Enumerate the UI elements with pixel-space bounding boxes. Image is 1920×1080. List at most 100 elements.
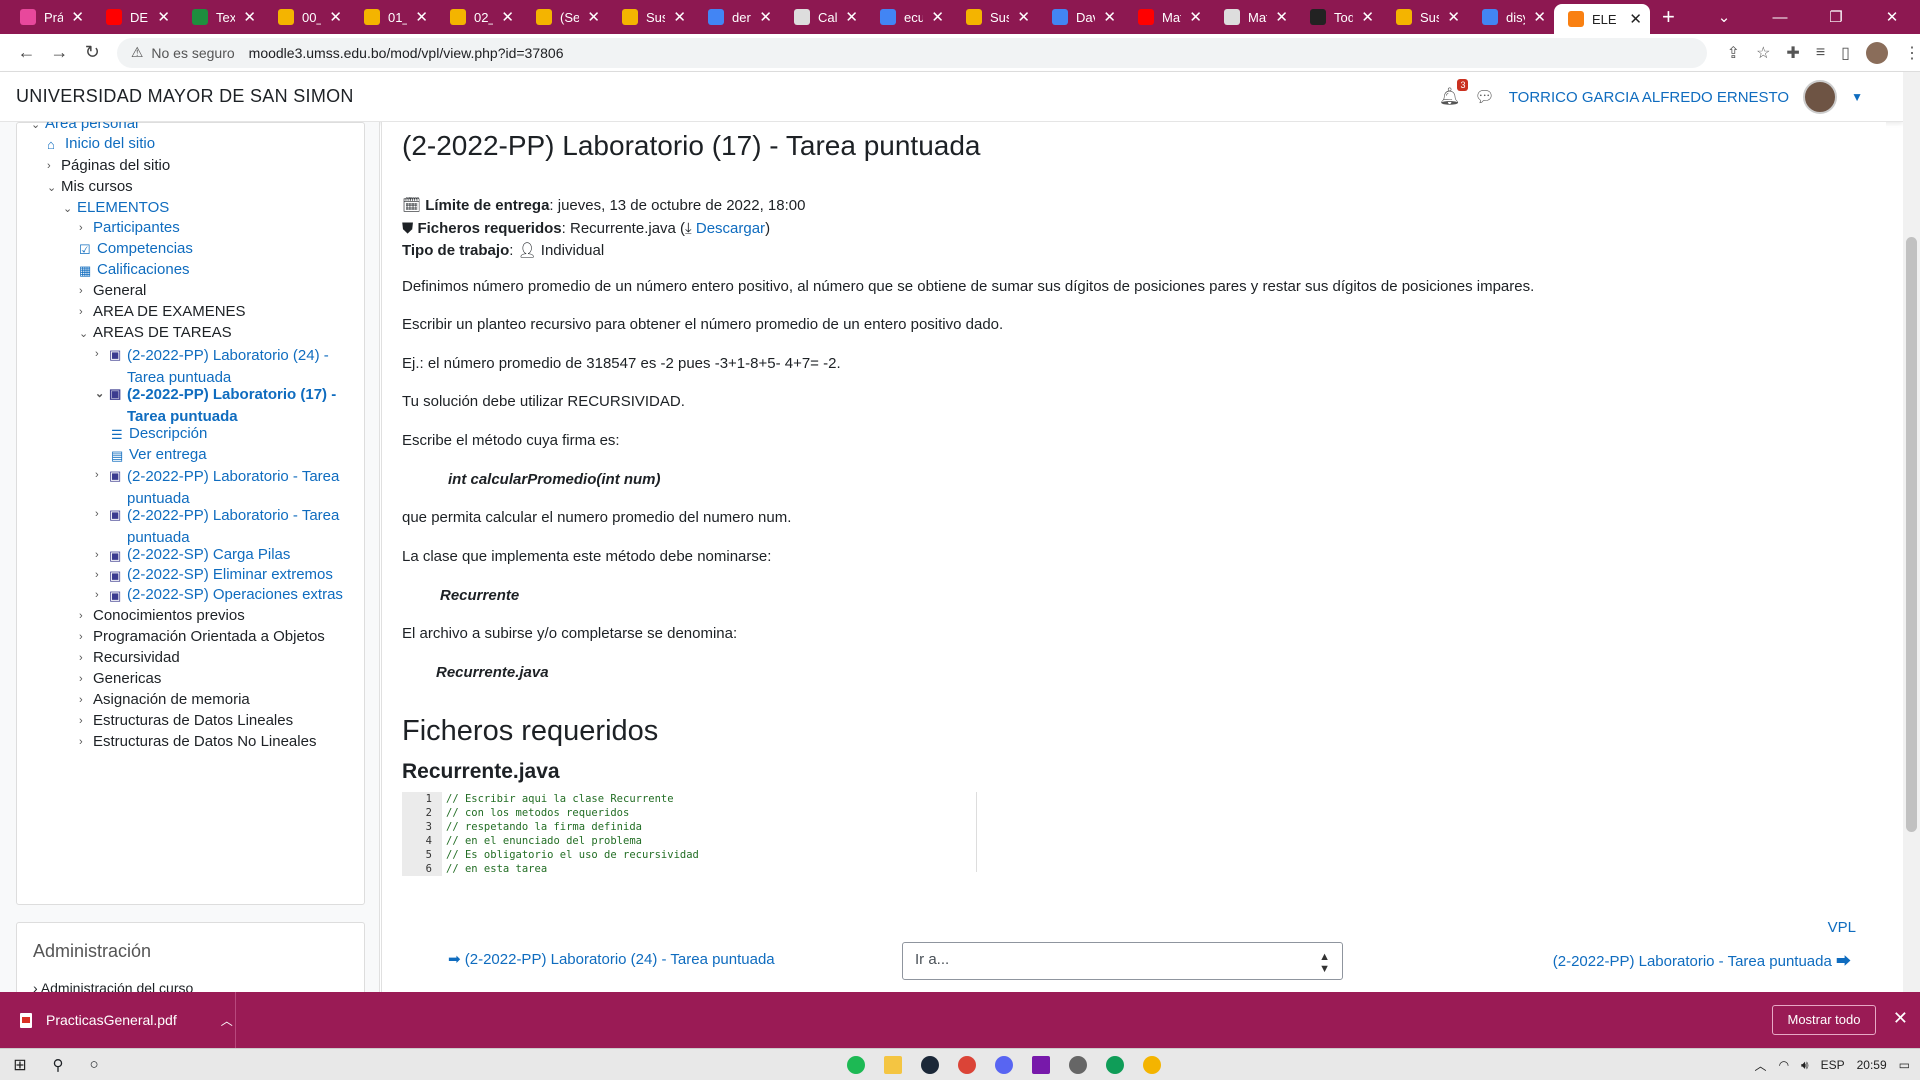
- sidebar-item[interactable]: › Estructuras de Datos No Lineales: [79, 733, 316, 750]
- page-scrollbar[interactable]: [1903, 72, 1920, 992]
- chevron-right-icon[interactable]: ›: [47, 157, 61, 172]
- browser-tab[interactable]: Susc ✕: [1382, 0, 1468, 34]
- user-name[interactable]: TORRICO GARCIA ALFREDO ERNESTO: [1509, 89, 1789, 106]
- chevron-right-icon[interactable]: ›: [95, 345, 109, 360]
- previous-activity-link[interactable]: ➡ (2-2022-PP) Laboratorio (24) - Tarea p…: [448, 950, 775, 968]
- tab-close-icon[interactable]: ✕: [673, 8, 686, 26]
- sidebar-item[interactable]: › Estructuras de Datos Lineales: [79, 712, 293, 729]
- tab-close-icon[interactable]: ✕: [759, 8, 772, 26]
- tab-close-icon[interactable]: ✕: [157, 8, 170, 26]
- chrome-icon[interactable]: [949, 1053, 985, 1077]
- messages-icon[interactable]: 💬︎: [1474, 87, 1494, 107]
- tab-close-icon[interactable]: ✕: [1361, 8, 1374, 26]
- chevron-right-icon[interactable]: ›: [79, 607, 93, 622]
- sidebar-item[interactable]: › Páginas del sitio: [47, 157, 170, 174]
- site-name[interactable]: UNIVERSIDAD MAYOR DE SAN SIMON: [16, 86, 354, 107]
- sidepanel-icon[interactable]: ▯: [1841, 43, 1850, 63]
- clock[interactable]: 20:59: [1857, 1058, 1887, 1072]
- chevron-right-icon[interactable]: ›: [95, 466, 109, 481]
- menu-icon[interactable]: ⋮: [1904, 43, 1920, 63]
- chevron-right-icon[interactable]: ›: [79, 712, 93, 727]
- tab-close-icon[interactable]: ✕: [329, 8, 342, 26]
- show-all-button[interactable]: Mostrar todo: [1772, 1005, 1876, 1035]
- chevron-down-icon[interactable]: ⌄: [31, 122, 45, 131]
- chevron-down-icon[interactable]: ⌄: [79, 324, 93, 340]
- sidebar-item[interactable]: › ▣ (2-2022-SP) Operaciones extras: [95, 586, 343, 604]
- tab-close-icon[interactable]: ✕: [1275, 8, 1288, 26]
- notifications-icon[interactable]: ▭: [1899, 1058, 1910, 1072]
- tab-search-icon[interactable]: ⌄: [1696, 8, 1752, 26]
- admin-course-link[interactable]: › Administración del curso: [33, 980, 348, 992]
- minimize-button[interactable]: —: [1752, 9, 1808, 26]
- windows-start-icon[interactable]: ⊞: [0, 1055, 40, 1075]
- download-link[interactable]: Descargar: [696, 220, 765, 237]
- tab-close-icon[interactable]: ✕: [501, 8, 514, 26]
- task-view-icon[interactable]: ○: [76, 1056, 112, 1073]
- code-line[interactable]: 5 // Es obligatorio el uso de recursivida…: [402, 848, 976, 862]
- tray-chevron-icon[interactable]: ︿: [1755, 1057, 1767, 1074]
- sidebar-item[interactable]: › ▣ (2-2022-SP) Eliminar extremos: [95, 566, 333, 584]
- browser-tab[interactable]: 02_C ✕: [436, 0, 522, 34]
- chevron-right-icon[interactable]: ›: [79, 303, 93, 318]
- sidebar-item[interactable]: › ▣ (2-2022-SP) Carga Pilas: [95, 546, 290, 564]
- sidebar-item[interactable]: › ▣ (2-2022-PP) Laboratorio - Tarea puntua…: [95, 505, 358, 549]
- close-window-button[interactable]: ✕: [1864, 8, 1920, 26]
- chevron-down-icon[interactable]: ▼: [1851, 90, 1863, 104]
- code-line[interactable]: 6 // en esta tarea: [402, 862, 976, 876]
- chevron-right-icon[interactable]: ›: [79, 670, 93, 685]
- sidebar-item[interactable]: › Participantes: [79, 219, 180, 236]
- sidebar-item[interactable]: ☑ Competencias: [79, 240, 193, 258]
- sidebar-item[interactable]: ☰ Descripción: [111, 425, 207, 443]
- tab-close-icon[interactable]: ✕: [845, 8, 858, 26]
- chevron-up-icon[interactable]: ︿: [221, 1012, 233, 1029]
- tab-close-icon[interactable]: ✕: [243, 8, 256, 26]
- steam-icon[interactable]: [912, 1053, 948, 1077]
- browser-tab[interactable]: DER ✕: [92, 0, 178, 34]
- tab-close-icon[interactable]: ✕: [415, 8, 428, 26]
- wifi-icon[interactable]: ◠: [1779, 1058, 1789, 1072]
- sidebar-item[interactable]: ⌄ Área personal: [31, 122, 138, 132]
- browser-tab[interactable]: Susc ✕: [952, 0, 1038, 34]
- browser-tab[interactable]: Calc ✕: [780, 0, 866, 34]
- download-item[interactable]: PracticasGeneral.pdf ︿: [0, 992, 236, 1048]
- chevron-right-icon[interactable]: ›: [95, 505, 109, 520]
- code-line[interactable]: 1 // Escribir aqui la clase Recurrente: [402, 792, 976, 806]
- chevron-right-icon[interactable]: ›: [79, 628, 93, 643]
- restore-button[interactable]: ❐: [1808, 8, 1864, 26]
- sidebar-item[interactable]: ⌄ Mis cursos: [47, 178, 133, 195]
- back-icon[interactable]: ←: [10, 42, 43, 63]
- chevron-down-icon[interactable]: ⌄: [63, 199, 77, 215]
- browser-tab[interactable]: Text ✕: [178, 0, 264, 34]
- chevron-right-icon[interactable]: ›: [95, 586, 109, 601]
- browser-tab[interactable]: Mat ✕: [1124, 0, 1210, 34]
- scrollbar-thumb[interactable]: [1906, 237, 1917, 832]
- chevron-right-icon[interactable]: ›: [95, 566, 109, 581]
- chevron-right-icon[interactable]: ›: [79, 691, 93, 706]
- code-line[interactable]: 3 // respetando la firma definida: [402, 820, 976, 834]
- browser-tab[interactable]: Dav ✕: [1038, 0, 1124, 34]
- share-icon[interactable]: ⇪: [1727, 43, 1740, 63]
- chevron-right-icon[interactable]: ›: [79, 649, 93, 664]
- browser-tab[interactable]: Tod ✕: [1296, 0, 1382, 34]
- code-line[interactable]: 2 // con los metodos requeridos: [402, 806, 976, 820]
- new-tab-button[interactable]: +: [1650, 4, 1687, 30]
- sidebar-item[interactable]: › ▣ (2-2022-PP) Laboratorio (24) - Tarea p…: [95, 345, 358, 389]
- sidebar-item[interactable]: ⌄ ELEMENTOS: [63, 199, 169, 216]
- chevron-right-icon[interactable]: ›: [95, 546, 109, 561]
- sidebar-item[interactable]: ▦ Calificaciones: [79, 261, 190, 279]
- user-avatar[interactable]: [1803, 80, 1838, 114]
- tab-close-icon[interactable]: ✕: [1189, 8, 1202, 26]
- extensions-icon[interactable]: ✚: [1786, 43, 1799, 63]
- forward-icon[interactable]: →: [43, 42, 76, 63]
- sidebar-item[interactable]: › AREA DE EXAMENES: [79, 303, 246, 320]
- sidebar-item[interactable]: ⌂ Inicio del sitio: [47, 135, 155, 152]
- next-activity-link[interactable]: (2-2022-PP) Laboratorio - Tarea puntuada…: [1553, 950, 1851, 971]
- browser-tab[interactable]: Prác ✕: [6, 0, 92, 34]
- url-field[interactable]: ⚠ No es seguro moodle3.umss.edu.bo/mod/v…: [116, 37, 1707, 68]
- chrome-active-icon[interactable]: [1134, 1053, 1170, 1077]
- discord-icon[interactable]: [986, 1053, 1022, 1077]
- browser-tab[interactable]: ecu ✕: [866, 0, 952, 34]
- settings-icon[interactable]: [1060, 1053, 1096, 1077]
- sidebar-item[interactable]: › Conocimientos previos: [79, 607, 245, 624]
- spotify-icon[interactable]: [838, 1053, 874, 1077]
